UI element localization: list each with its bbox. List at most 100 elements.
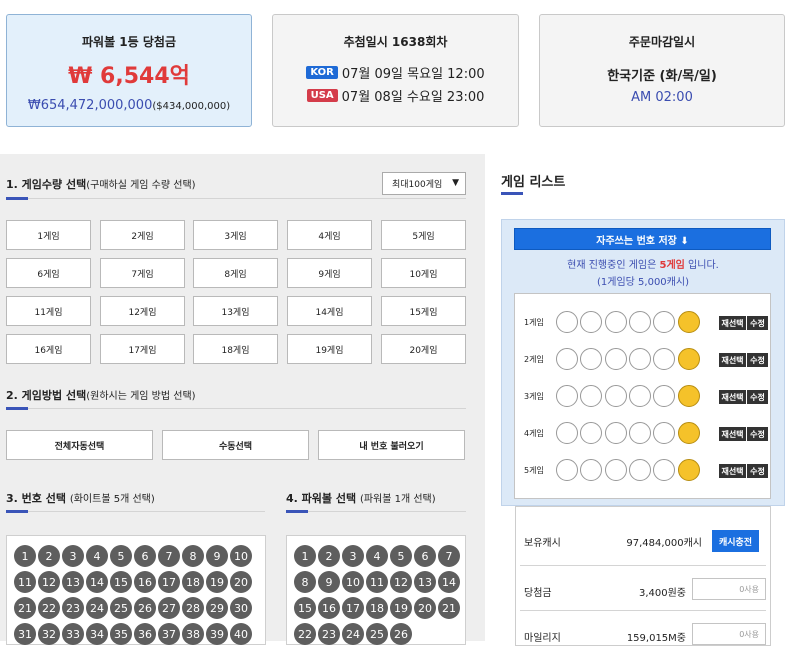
number-ball[interactable]: 2 [318, 545, 340, 567]
number-ball[interactable]: 5 [110, 545, 132, 567]
number-ball[interactable]: 22 [294, 623, 316, 645]
load-numbers-button[interactable]: 내 번호 불러오기 [318, 430, 465, 460]
number-ball[interactable]: 1 [14, 545, 36, 567]
edit-button[interactable]: 수정 [747, 464, 768, 478]
game-count-button[interactable]: 3게임 [193, 220, 278, 250]
number-ball[interactable]: 39 [206, 623, 228, 645]
number-ball[interactable]: 26 [134, 597, 156, 619]
game-count-button[interactable]: 11게임 [6, 296, 91, 326]
game-count-button[interactable]: 7게임 [100, 258, 185, 288]
game-count-button[interactable]: 19게임 [287, 334, 372, 364]
edit-button[interactable]: 수정 [747, 390, 768, 404]
number-ball[interactable]: 20 [414, 597, 436, 619]
number-ball[interactable]: 9 [318, 571, 340, 593]
number-ball[interactable]: 8 [182, 545, 204, 567]
number-ball[interactable]: 7 [438, 545, 460, 567]
game-count-select[interactable]: 최대100게임 ▼ [382, 172, 466, 195]
number-ball[interactable]: 38 [182, 623, 204, 645]
number-ball[interactable]: 31 [14, 623, 36, 645]
number-ball[interactable]: 35 [110, 623, 132, 645]
number-ball[interactable]: 23 [62, 597, 84, 619]
reselect-button[interactable]: 재선택 [719, 390, 746, 404]
save-favorite-button[interactable]: 자주쓰는 번호 저장 ⬇ [514, 228, 771, 250]
game-count-button[interactable]: 20게임 [381, 334, 466, 364]
game-count-button[interactable]: 2게임 [100, 220, 185, 250]
number-ball[interactable]: 19 [206, 571, 228, 593]
number-ball[interactable]: 13 [62, 571, 84, 593]
number-ball[interactable]: 5 [390, 545, 412, 567]
number-ball[interactable]: 33 [62, 623, 84, 645]
number-ball[interactable]: 1 [294, 545, 316, 567]
number-ball[interactable]: 14 [438, 571, 460, 593]
edit-button[interactable]: 수정 [747, 427, 768, 441]
number-ball[interactable]: 12 [38, 571, 60, 593]
prize-use-input[interactable]: 0사용 [692, 578, 766, 600]
game-count-button[interactable]: 8게임 [193, 258, 278, 288]
number-ball[interactable]: 15 [294, 597, 316, 619]
number-ball[interactable]: 17 [342, 597, 364, 619]
number-ball[interactable]: 21 [14, 597, 36, 619]
game-count-button[interactable]: 5게임 [381, 220, 466, 250]
number-ball[interactable]: 10 [230, 545, 252, 567]
number-ball[interactable]: 32 [38, 623, 60, 645]
number-ball[interactable]: 8 [294, 571, 316, 593]
number-ball[interactable]: 25 [110, 597, 132, 619]
number-ball[interactable]: 30 [230, 597, 252, 619]
number-ball[interactable]: 34 [86, 623, 108, 645]
number-ball[interactable]: 9 [206, 545, 228, 567]
game-count-button[interactable]: 18게임 [193, 334, 278, 364]
number-ball[interactable]: 18 [182, 571, 204, 593]
game-count-button[interactable]: 12게임 [100, 296, 185, 326]
auto-select-button[interactable]: 전체자동선택 [6, 430, 153, 460]
number-ball[interactable]: 4 [366, 545, 388, 567]
number-ball[interactable]: 25 [366, 623, 388, 645]
manual-select-button[interactable]: 수동선택 [162, 430, 309, 460]
number-ball[interactable]: 37 [158, 623, 180, 645]
number-ball[interactable]: 21 [438, 597, 460, 619]
game-count-button[interactable]: 16게임 [6, 334, 91, 364]
number-ball[interactable]: 11 [14, 571, 36, 593]
game-count-button[interactable]: 17게임 [100, 334, 185, 364]
number-ball[interactable]: 7 [158, 545, 180, 567]
number-ball[interactable]: 2 [38, 545, 60, 567]
number-ball[interactable]: 18 [366, 597, 388, 619]
number-ball[interactable]: 24 [342, 623, 364, 645]
number-ball[interactable]: 19 [390, 597, 412, 619]
number-ball[interactable]: 17 [158, 571, 180, 593]
number-ball[interactable]: 3 [342, 545, 364, 567]
number-ball[interactable]: 40 [230, 623, 252, 645]
number-ball[interactable]: 11 [366, 571, 388, 593]
number-ball[interactable]: 27 [158, 597, 180, 619]
game-count-button[interactable]: 15게임 [381, 296, 466, 326]
number-ball[interactable]: 4 [86, 545, 108, 567]
game-count-button[interactable]: 14게임 [287, 296, 372, 326]
number-ball[interactable]: 12 [390, 571, 412, 593]
number-ball[interactable]: 15 [110, 571, 132, 593]
number-ball[interactable]: 36 [134, 623, 156, 645]
number-ball[interactable]: 20 [230, 571, 252, 593]
number-ball[interactable]: 10 [342, 571, 364, 593]
reselect-button[interactable]: 재선택 [719, 353, 746, 367]
reselect-button[interactable]: 재선택 [719, 464, 746, 478]
number-ball[interactable]: 23 [318, 623, 340, 645]
number-ball[interactable]: 13 [414, 571, 436, 593]
game-count-button[interactable]: 6게임 [6, 258, 91, 288]
game-count-button[interactable]: 4게임 [287, 220, 372, 250]
edit-button[interactable]: 수정 [747, 353, 768, 367]
number-ball[interactable]: 16 [134, 571, 156, 593]
reselect-button[interactable]: 재선택 [719, 316, 746, 330]
charge-cash-button[interactable]: 캐시충전 [712, 530, 759, 552]
game-count-button[interactable]: 13게임 [193, 296, 278, 326]
number-ball[interactable]: 6 [134, 545, 156, 567]
number-ball[interactable]: 28 [182, 597, 204, 619]
edit-button[interactable]: 수정 [747, 316, 768, 330]
game-count-button[interactable]: 9게임 [287, 258, 372, 288]
number-ball[interactable]: 29 [206, 597, 228, 619]
reselect-button[interactable]: 재선택 [719, 427, 746, 441]
number-ball[interactable]: 6 [414, 545, 436, 567]
mileage-use-input[interactable]: 0사용 [692, 623, 766, 645]
game-count-button[interactable]: 10게임 [381, 258, 466, 288]
number-ball[interactable]: 26 [390, 623, 412, 645]
number-ball[interactable]: 24 [86, 597, 108, 619]
number-ball[interactable]: 22 [38, 597, 60, 619]
